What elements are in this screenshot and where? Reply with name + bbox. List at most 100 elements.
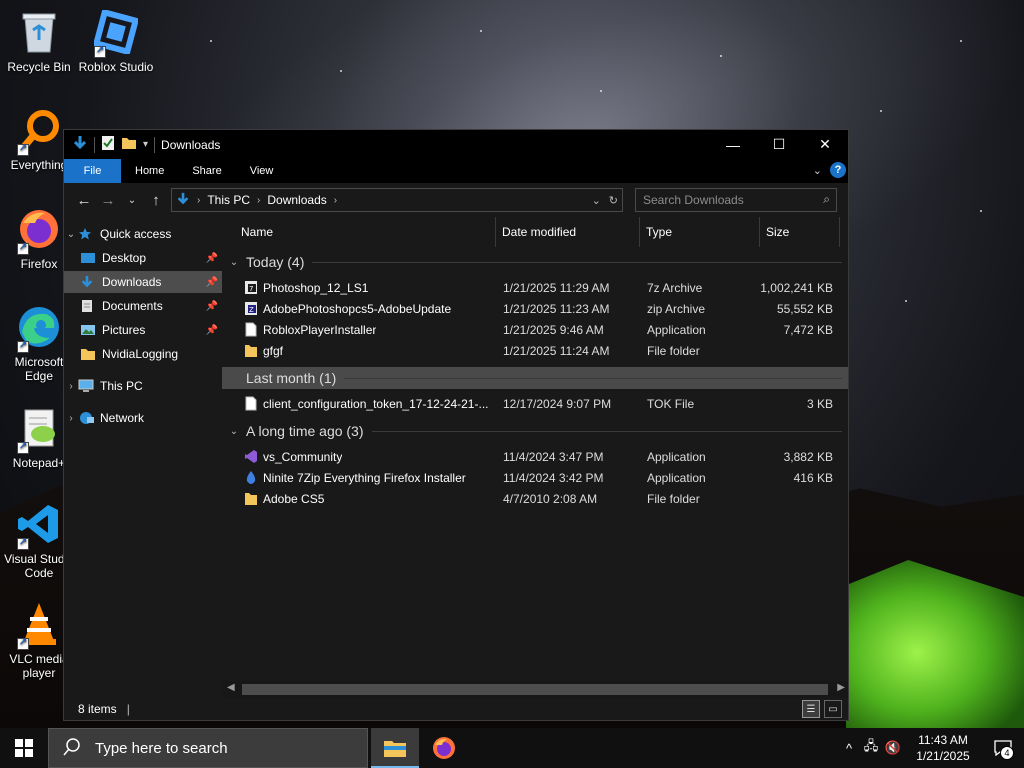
scroll-left-icon[interactable]: ◀ bbox=[227, 682, 235, 693]
window-title: Downloads bbox=[161, 137, 221, 152]
clock-date: 1/21/2025 bbox=[916, 749, 970, 763]
group-last-month[interactable]: Last month (1) bbox=[222, 367, 848, 389]
collapse-chevron-icon[interactable]: ⌄ bbox=[64, 229, 78, 240]
group-divider bbox=[371, 430, 842, 432]
quick-access-toolbar: ▾ bbox=[64, 135, 156, 154]
up-arrow-icon[interactable]: ↑ bbox=[144, 192, 168, 209]
file-row[interactable]: gfgf 1/21/2025 11:24 AM File folder bbox=[222, 340, 848, 361]
minimize-button[interactable]: — bbox=[710, 130, 756, 159]
refresh-icon[interactable]: ↻ bbox=[609, 194, 618, 207]
start-button[interactable] bbox=[0, 728, 48, 768]
tab-file[interactable]: File bbox=[64, 159, 121, 183]
desktop-icon-label: Roblox Studio bbox=[78, 60, 154, 74]
new-folder-icon[interactable] bbox=[121, 135, 137, 154]
sidebar-item-documents[interactable]: Documents 📌 bbox=[64, 295, 222, 317]
show-hidden-icons-icon[interactable]: ^ bbox=[838, 741, 860, 756]
address-actions: ⌄ ↻ bbox=[592, 194, 618, 207]
sidebar-item-network[interactable]: › Network bbox=[64, 407, 222, 429]
file-type: File folder bbox=[647, 344, 700, 358]
group-collapse-icon[interactable]: ⌄ bbox=[222, 426, 246, 437]
star bbox=[905, 300, 907, 302]
recent-locations-icon[interactable]: ⌄ bbox=[120, 195, 144, 206]
file-row[interactable]: Ninite 7Zip Everything Firefox Installer… bbox=[222, 467, 848, 488]
desktop-icon-roblox-studio[interactable]: Roblox Studio bbox=[78, 8, 154, 74]
group-collapse-icon[interactable]: ⌄ bbox=[222, 257, 246, 268]
maximize-button[interactable]: ☐ bbox=[756, 130, 802, 159]
large-icons-view-icon[interactable]: ▭ bbox=[824, 700, 842, 718]
expand-chevron-icon[interactable]: › bbox=[64, 381, 78, 392]
taskbar-file-explorer[interactable] bbox=[371, 728, 419, 768]
breadcrumb-this-pc[interactable]: This PC bbox=[207, 193, 250, 207]
file-type: zip Archive bbox=[647, 302, 706, 316]
file-name: vs_Community bbox=[263, 450, 343, 464]
sidebar-item-quick-access[interactable]: ⌄ Quick access bbox=[64, 223, 222, 245]
clock[interactable]: 11:43 AM 1/21/2025 bbox=[904, 732, 982, 764]
forward-arrow-icon[interactable]: → bbox=[96, 192, 120, 209]
sidebar-item-pictures[interactable]: Pictures 📌 bbox=[64, 319, 222, 341]
address-dropdown-icon[interactable]: ⌄ bbox=[592, 194, 601, 207]
action-center-button[interactable]: 4 bbox=[982, 728, 1024, 768]
file-row[interactable]: Adobe CS5 4/7/2010 2:08 AM File folder bbox=[222, 488, 848, 509]
breadcrumb-downloads[interactable]: Downloads bbox=[267, 193, 326, 207]
folder-icon bbox=[80, 347, 96, 361]
pictures-icon bbox=[80, 323, 96, 337]
taskbar-firefox[interactable] bbox=[420, 728, 468, 768]
details-view-icon[interactable]: ☰ bbox=[802, 700, 820, 718]
documents-icon bbox=[80, 299, 96, 313]
pin-icon[interactable]: 📌 bbox=[206, 301, 218, 312]
file-name: gfgf bbox=[263, 344, 284, 358]
horizontal-scrollbar[interactable]: ◀ ▶ bbox=[222, 681, 848, 698]
file-row[interactable]: client_configuration_token_17-12-24-21-.… bbox=[222, 393, 848, 414]
search-input[interactable] bbox=[643, 193, 813, 207]
sidebar-item-desktop[interactable]: Desktop 📌 bbox=[64, 247, 222, 269]
help-icon[interactable]: ? bbox=[830, 162, 846, 178]
group-divider bbox=[344, 377, 842, 379]
star bbox=[480, 30, 482, 32]
roblox-studio-icon bbox=[92, 8, 140, 58]
address-bar[interactable]: › This PC › Downloads › ⌄ ↻ bbox=[171, 188, 623, 212]
navigation-bar: ← → ⌄ ↑ › This PC › Downloads › ⌄ ↻ ⌕ bbox=[64, 183, 848, 217]
expand-chevron-icon[interactable]: › bbox=[64, 413, 78, 424]
desktop-icon-recycle-bin[interactable]: Recycle Bin bbox=[1, 8, 77, 74]
clock-time: 11:43 AM bbox=[918, 733, 968, 747]
back-arrow-icon[interactable]: ← bbox=[72, 192, 96, 209]
status-bar: 8 items | ☰ ▭ bbox=[64, 698, 848, 720]
pin-icon[interactable]: 📌 bbox=[206, 325, 218, 336]
group-long-time-ago[interactable]: ⌄ A long time ago (3) bbox=[222, 420, 848, 442]
pin-icon[interactable]: 📌 bbox=[206, 277, 218, 288]
network-status-icon[interactable]: 🖧 bbox=[860, 737, 882, 759]
close-button[interactable]: ✕ bbox=[802, 130, 848, 159]
group-title: Last month (1) bbox=[246, 370, 337, 386]
expand-ribbon-icon[interactable]: ⌄ bbox=[813, 164, 822, 177]
vlc-icon bbox=[15, 600, 63, 650]
breadcrumb-chevron-icon: › bbox=[257, 194, 261, 206]
search-box[interactable]: ⌕ bbox=[635, 188, 837, 212]
breadcrumb-chevron-icon: › bbox=[197, 194, 201, 206]
sidebar-item-nvidialogging[interactable]: NvidiaLogging bbox=[64, 343, 222, 365]
taskbar-search-box[interactable]: Type here to search bbox=[48, 728, 368, 768]
tab-home[interactable]: Home bbox=[121, 159, 178, 183]
file-row[interactable]: 7 Photoshop_12_LS1 1/21/2025 11:29 AM 7z… bbox=[222, 277, 848, 298]
customize-toolbar-icon[interactable]: ▾ bbox=[143, 139, 148, 150]
scrollbar-thumb[interactable] bbox=[242, 684, 828, 695]
file-row[interactable]: vs_Community 11/4/2024 3:47 PM Applicati… bbox=[222, 446, 848, 467]
pin-icon[interactable]: 📌 bbox=[206, 253, 218, 264]
column-date-modified[interactable]: Date modified bbox=[496, 217, 640, 247]
properties-icon[interactable] bbox=[101, 135, 115, 154]
file-row[interactable]: Z AdobePhotoshopcs5-AdobeUpdate 1/21/202… bbox=[222, 298, 848, 319]
sidebar-item-downloads[interactable]: Downloads 📌 bbox=[64, 271, 222, 293]
column-type[interactable]: Type bbox=[640, 217, 760, 247]
sidebar-item-this-pc[interactable]: › This PC bbox=[64, 375, 222, 397]
group-today[interactable]: ⌄ Today (4) bbox=[222, 251, 848, 273]
search-icon bbox=[63, 737, 81, 759]
archive-7z-icon: 7 bbox=[244, 280, 258, 295]
scroll-right-icon[interactable]: ▶ bbox=[837, 682, 845, 693]
column-name[interactable]: Name bbox=[235, 217, 496, 247]
tab-share[interactable]: Share bbox=[178, 159, 235, 183]
separator bbox=[154, 136, 156, 153]
sidebar-item-label: Network bbox=[100, 411, 145, 425]
tab-view[interactable]: View bbox=[236, 159, 288, 183]
volume-muted-icon[interactable]: 🔇 bbox=[882, 740, 904, 756]
file-row[interactable]: RobloxPlayerInstaller 1/21/2025 9:46 AM … bbox=[222, 319, 848, 340]
column-size[interactable]: Size bbox=[760, 217, 840, 247]
